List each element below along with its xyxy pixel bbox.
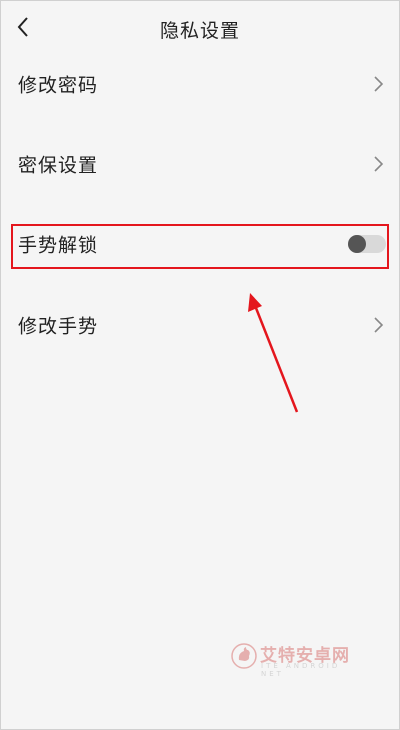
row-change-gesture[interactable]: 修改手势	[0, 295, 400, 355]
row-label: 修改密码	[18, 74, 99, 97]
highlight-box	[11, 224, 389, 269]
chevron-right-icon	[374, 76, 384, 92]
chevron-right-icon	[374, 156, 384, 172]
watermark-subtext: ITE ANDROID NET	[261, 662, 341, 678]
row-change-password[interactable]: 修改密码	[0, 54, 400, 114]
chevron-right-icon	[374, 317, 384, 333]
header: 隐私设置	[0, 0, 400, 56]
page-title: 隐私设置	[159, 20, 240, 42]
watermark: 艾特安卓网 ITE ANDROID NET	[228, 636, 358, 678]
row-label: 密保设置	[18, 154, 99, 177]
row-security-question[interactable]: 密保设置	[0, 134, 400, 194]
rooster-logo-icon	[231, 643, 257, 669]
row-label: 修改手势	[18, 315, 99, 338]
